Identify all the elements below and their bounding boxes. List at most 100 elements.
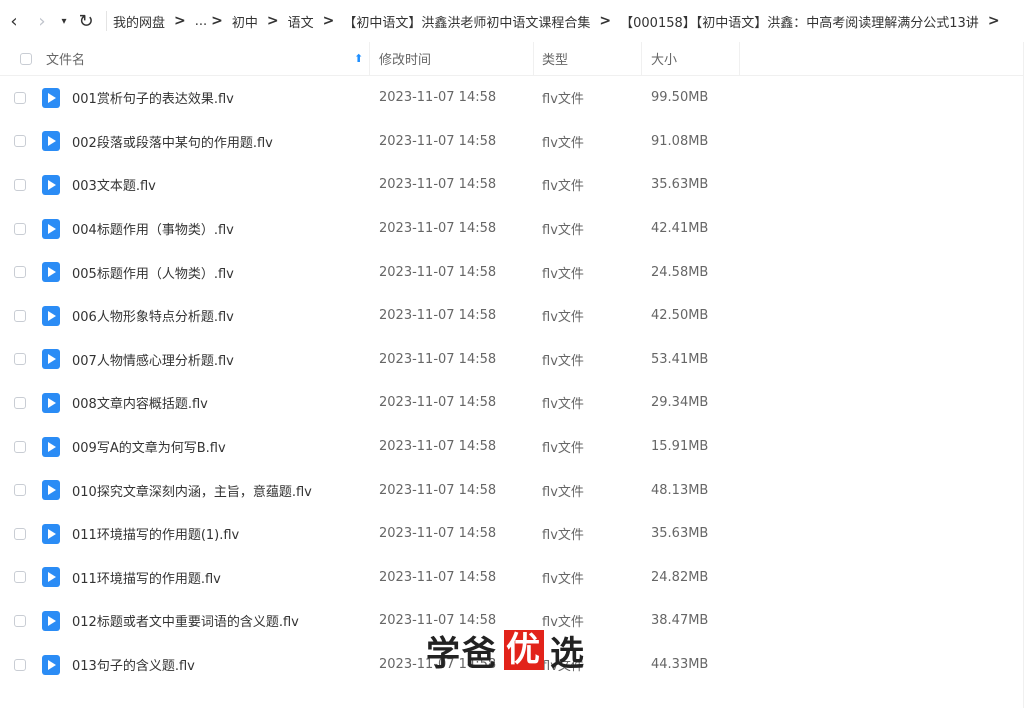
back-button[interactable]: ‹ xyxy=(0,0,28,42)
file-name[interactable]: 004标题作用（事物类）.flv xyxy=(72,207,234,251)
file-name[interactable]: 009写A的文章为何写B.flv xyxy=(72,425,226,469)
column-divider[interactable] xyxy=(641,42,642,75)
column-divider[interactable] xyxy=(369,42,370,75)
file-modified-time: 2023-11-07 14:58 xyxy=(379,569,497,585)
file-modified-time: 2023-11-07 14:58 xyxy=(379,439,497,455)
table-row[interactable]: 003文本题.flv 2023-11-07 14:58 flv文件 35.63M… xyxy=(0,163,1024,207)
row-checkbox[interactable] xyxy=(14,266,26,279)
file-size: 29.34MB xyxy=(651,395,709,411)
row-checkbox[interactable] xyxy=(14,658,26,671)
file-name[interactable]: 007人物情感心理分析题.flv xyxy=(72,338,234,382)
column-header-name[interactable]: 文件名 xyxy=(46,42,85,75)
breadcrumb-item-chinese[interactable]: 语文 xyxy=(288,12,314,31)
file-modified-time: 2023-11-07 14:58 xyxy=(379,133,497,149)
file-type: flv文件 xyxy=(542,310,584,326)
table-row[interactable]: 009写A的文章为何写B.flv 2023-11-07 14:58 flv文件 … xyxy=(0,425,1024,469)
row-checkbox[interactable] xyxy=(14,571,26,584)
row-checkbox[interactable] xyxy=(14,178,26,191)
file-type: flv文件 xyxy=(542,135,584,151)
breadcrumb-item-junior[interactable]: 初中 xyxy=(232,12,258,31)
row-checkbox[interactable] xyxy=(14,614,26,627)
column-header-time-label: 修改时间 xyxy=(379,53,432,68)
column-divider[interactable] xyxy=(533,42,534,75)
file-modified-time: 2023-11-07 14:58 xyxy=(379,177,497,193)
column-header-size[interactable]: 大小 xyxy=(651,42,677,75)
file-name[interactable]: 010探究文章深刻内涵，主旨，意蕴题.flv xyxy=(72,468,312,512)
file-name[interactable]: 002段落或段落中某句的作用题.flv xyxy=(72,120,273,164)
watermark-text-part1: 学爸 xyxy=(426,633,498,674)
file-size: 53.41MB xyxy=(651,351,709,367)
table-row[interactable]: 010探究文章深刻内涵，主旨，意蕴题.flv 2023-11-07 14:58 … xyxy=(0,468,1024,512)
table-row[interactable]: 004标题作用（事物类）.flv 2023-11-07 14:58 flv文件 … xyxy=(0,207,1024,251)
breadcrumb-separator: > xyxy=(599,13,612,29)
file-size: 42.50MB xyxy=(651,308,709,324)
row-checkbox[interactable] xyxy=(14,222,26,235)
file-name[interactable]: 006人物形象特点分析题.flv xyxy=(72,294,234,338)
breadcrumb-item-collection[interactable]: 【初中语文】洪鑫洪老师初中语文课程合集 xyxy=(343,12,590,31)
table-row[interactable]: 006人物形象特点分析题.flv 2023-11-07 14:58 flv文件 … xyxy=(0,294,1024,338)
history-dropdown-button[interactable]: ▾ xyxy=(56,0,72,42)
file-size: 42.41MB xyxy=(651,221,709,237)
breadcrumb-item-current[interactable]: 【000158】【初中语文】洪鑫：中高考阅读理解满分公式13讲 xyxy=(620,12,979,31)
video-file-icon xyxy=(42,131,60,152)
video-file-icon xyxy=(42,174,60,195)
forward-button[interactable]: › xyxy=(28,0,56,42)
watermark-text-part2: 选 xyxy=(550,633,586,674)
file-name[interactable]: 008文章内容概括题.flv xyxy=(72,381,208,425)
row-checkbox[interactable] xyxy=(14,353,26,366)
breadcrumb-separator: > xyxy=(266,13,279,29)
breadcrumb: 我的网盘 > ... > 初中 > 语文 > 【初中语文】洪鑫洪老师初中语文课程… xyxy=(113,12,1009,31)
breadcrumb-separator: > xyxy=(987,13,1000,29)
refresh-button[interactable]: ↻ xyxy=(72,0,100,42)
file-name[interactable]: 013句子的含义题.flv xyxy=(72,643,195,687)
breadcrumb-item-ellipsis[interactable]: ... xyxy=(195,14,207,29)
table-row[interactable]: 001赏析句子的表达效果.flv 2023-11-07 14:58 flv文件 … xyxy=(0,76,1024,120)
video-file-icon xyxy=(42,349,60,370)
row-checkbox[interactable] xyxy=(14,527,26,540)
column-header-size-label: 大小 xyxy=(651,53,678,68)
column-header-type[interactable]: 类型 xyxy=(542,42,568,75)
file-type: flv文件 xyxy=(542,484,584,500)
select-all-checkbox[interactable] xyxy=(20,42,32,75)
video-file-icon xyxy=(42,654,60,675)
refresh-icon: ↻ xyxy=(78,10,94,32)
column-divider[interactable] xyxy=(739,42,740,75)
table-row[interactable]: 005标题作用（人物类）.flv 2023-11-07 14:58 flv文件 … xyxy=(0,250,1024,294)
row-checkbox[interactable] xyxy=(14,440,26,453)
file-size: 38.47MB xyxy=(651,613,709,629)
checkbox-box[interactable] xyxy=(20,52,32,65)
breadcrumb-item-root[interactable]: 我的网盘 xyxy=(113,12,165,31)
file-name[interactable]: 003文本题.flv xyxy=(72,163,156,207)
row-checkbox[interactable] xyxy=(14,396,26,409)
file-size: 48.13MB xyxy=(651,482,709,498)
breadcrumb-separator: > xyxy=(211,13,223,29)
row-checkbox[interactable] xyxy=(14,309,26,322)
file-name[interactable]: 012标题或者文中重要词语的含义题.flv xyxy=(72,599,299,643)
file-size: 35.63MB xyxy=(651,526,709,542)
watermark-logo: 学爸 优 选 xyxy=(426,628,586,674)
chevron-right-icon: › xyxy=(38,10,46,32)
row-checkbox[interactable] xyxy=(14,484,26,497)
file-type: flv文件 xyxy=(542,223,584,239)
file-type: flv文件 xyxy=(542,528,584,544)
file-size: 15.91MB xyxy=(651,439,709,455)
file-name[interactable]: 001赏析句子的表达效果.flv xyxy=(72,76,234,120)
table-row[interactable]: 011环境描写的作用题.flv 2023-11-07 14:58 flv文件 2… xyxy=(0,556,1024,600)
file-type: flv文件 xyxy=(542,571,584,587)
file-name[interactable]: 005标题作用（人物类）.flv xyxy=(72,250,234,294)
video-file-icon xyxy=(42,567,60,588)
file-size: 91.08MB xyxy=(651,133,709,149)
table-row[interactable]: 011环境描写的作用题(1).flv 2023-11-07 14:58 flv文… xyxy=(0,512,1024,556)
file-type: flv文件 xyxy=(542,441,584,457)
file-size: 35.63MB xyxy=(651,177,709,193)
row-checkbox[interactable] xyxy=(14,91,26,104)
row-checkbox[interactable] xyxy=(14,135,26,148)
file-name[interactable]: 011环境描写的作用题.flv xyxy=(72,556,221,600)
column-header-time[interactable]: 修改时间 xyxy=(379,42,431,75)
file-name[interactable]: 011环境描写的作用题(1).flv xyxy=(72,512,239,556)
table-row[interactable]: 002段落或段落中某句的作用题.flv 2023-11-07 14:58 flv… xyxy=(0,120,1024,164)
table-row[interactable]: 007人物情感心理分析题.flv 2023-11-07 14:58 flv文件 … xyxy=(0,338,1024,382)
video-file-icon xyxy=(42,87,60,108)
table-row[interactable]: 008文章内容概括题.flv 2023-11-07 14:58 flv文件 29… xyxy=(0,381,1024,425)
sort-button[interactable]: ⬆ xyxy=(354,42,363,75)
